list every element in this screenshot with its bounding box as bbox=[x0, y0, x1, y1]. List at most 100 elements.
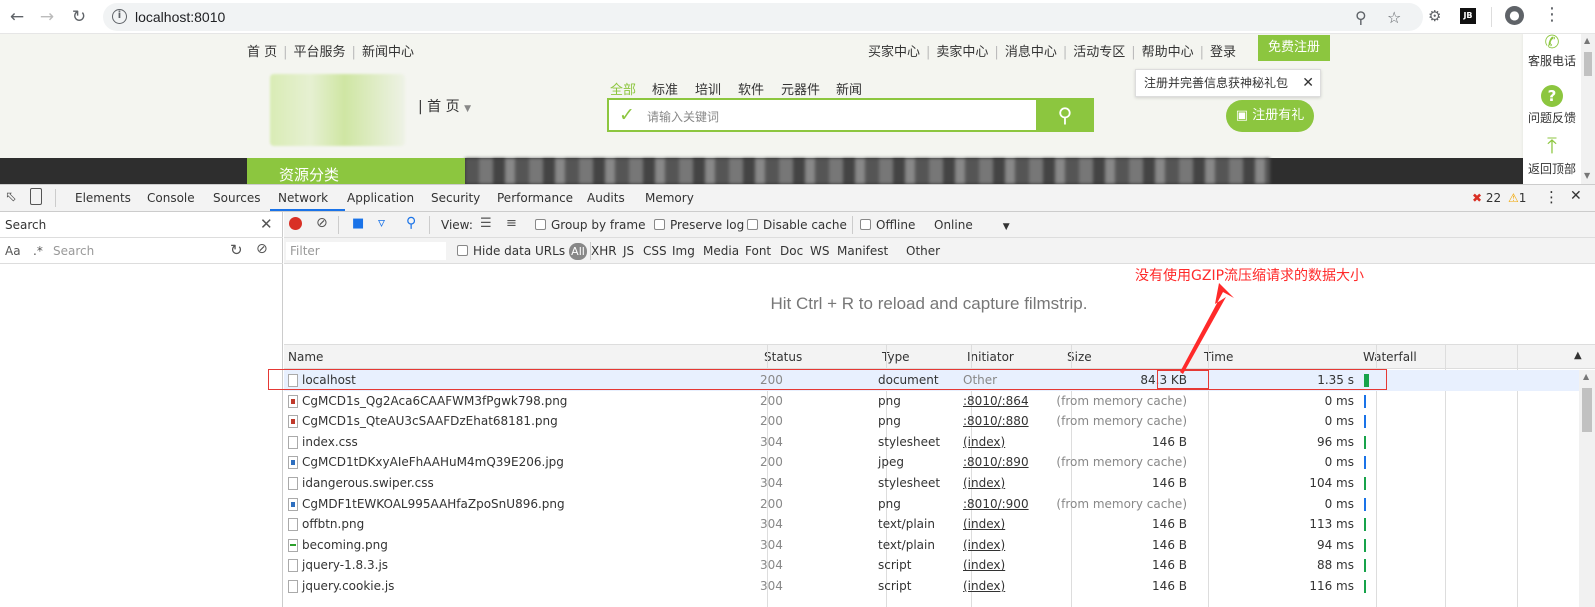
cell-name[interactable]: CgMDF1tEWKOAL995AAHfaZpoSnU896.png bbox=[302, 497, 565, 511]
nav-help-center[interactable]: 帮助中心 bbox=[1142, 45, 1194, 60]
devtools-close-icon[interactable]: ✕ bbox=[1570, 188, 1582, 204]
register-gift-button[interactable]: ▣ 注册有礼 bbox=[1226, 100, 1314, 132]
inspect-element-icon[interactable]: ⬁ bbox=[5, 189, 17, 205]
site-search-box[interactable]: ✓ 请输入关键词 ⚲ bbox=[607, 98, 1094, 132]
site-info-icon[interactable]: i bbox=[112, 9, 127, 24]
table-row[interactable]: CgMCD1s_Qg2Aca6CAAFWM3fPgwk798.png 200 png… bbox=[284, 391, 1579, 412]
capture-screenshots-icon[interactable]: ■ bbox=[352, 216, 364, 231]
tab-sources[interactable]: Sources bbox=[213, 191, 260, 205]
tab-performance[interactable]: Performance bbox=[497, 191, 573, 205]
address-bar[interactable]: i localhost:8010 ⚲ ☆ bbox=[103, 3, 1423, 31]
preserve-log-checkbox[interactable]: Preserve log bbox=[654, 218, 744, 232]
table-row[interactable]: jquery.cookie.js 304 script (index) 146 B 116… bbox=[284, 576, 1579, 597]
filter-type-manifest[interactable]: Manifest bbox=[837, 244, 888, 258]
free-register-button[interactable]: 免费注册 bbox=[1258, 35, 1330, 61]
cell-initiator[interactable]: (index) bbox=[963, 538, 1005, 552]
search-tab-all[interactable]: 全部 bbox=[610, 79, 636, 98]
cell-name[interactable]: CgMCD1s_Qg2Aca6CAAFWM3fPgwk798.png bbox=[302, 394, 567, 408]
throttling-select[interactable]: Online ▼ bbox=[934, 218, 1010, 232]
search-tab-standard[interactable]: 标准 bbox=[652, 79, 678, 98]
filter-type-xhr[interactable]: XHR bbox=[591, 244, 617, 258]
reload-icon[interactable]: ↻ bbox=[68, 6, 90, 28]
site-logo[interactable] bbox=[270, 74, 405, 146]
scroll-up-icon[interactable]: ▲ bbox=[1584, 36, 1590, 45]
requests-scrollbar-thumb[interactable] bbox=[1582, 388, 1592, 432]
search-tab-software[interactable]: 软件 bbox=[738, 79, 764, 98]
cell-name[interactable]: jquery.cookie.js bbox=[302, 579, 394, 593]
cell-name[interactable]: CgMCD1tDKxyAIeFhAAHuM4mQ39E206.jpg bbox=[302, 455, 564, 469]
table-row[interactable]: CgMDF1tEWKOAL995AAHfaZpoSnU896.png 200 png… bbox=[284, 494, 1579, 515]
filter-input[interactable]: Filter bbox=[286, 242, 446, 260]
nav-activity-zone[interactable]: 活动专区 bbox=[1073, 45, 1125, 60]
chrome-menu-icon[interactable]: ⋮ bbox=[1543, 4, 1561, 25]
match-case-toggle[interactable]: Aa bbox=[5, 244, 21, 258]
tab-memory[interactable]: Memory bbox=[645, 191, 694, 205]
regex-toggle[interactable]: .* bbox=[33, 244, 43, 258]
table-row[interactable]: idangerous.swiper.css 304 stylesheet (index… bbox=[284, 473, 1579, 494]
nav-news-center[interactable]: 新闻中心 bbox=[362, 45, 414, 60]
table-row[interactable]: CgMCD1tDKxyAIeFhAAHuM4mQ39E206.jpg 200 jpe… bbox=[284, 452, 1579, 473]
filter-type-font[interactable]: Font bbox=[745, 244, 771, 258]
device-toolbar-icon[interactable] bbox=[30, 188, 42, 205]
back-icon[interactable]: ← bbox=[6, 6, 28, 28]
site-search-button[interactable]: ⚲ bbox=[1036, 98, 1094, 132]
cell-initiator[interactable]: :8010/:880 bbox=[963, 414, 1029, 428]
console-issue-counter[interactable]: ✖ 22 ⚠1 bbox=[1472, 191, 1526, 205]
table-row[interactable]: CgMCD1s_QteAU3cSAAFDzEhat68181.png 200 png… bbox=[284, 411, 1579, 432]
page-scrollbar-thumb[interactable] bbox=[1584, 52, 1592, 76]
forward-icon[interactable]: → bbox=[36, 6, 58, 28]
bookmark-star-icon[interactable]: ☆ bbox=[1387, 8, 1401, 27]
filter-type-other[interactable]: Other bbox=[906, 244, 940, 258]
cell-initiator[interactable]: (index) bbox=[963, 517, 1005, 531]
nav-login[interactable]: 登录 bbox=[1210, 45, 1236, 60]
column-waterfall[interactable]: Waterfall bbox=[1363, 350, 1417, 364]
sidebar-phone[interactable]: ✆ 客服电话 bbox=[1523, 34, 1581, 69]
page-scrollbar[interactable]: ▲ ▼ bbox=[1581, 34, 1595, 184]
nav-message-center[interactable]: 消息中心 bbox=[1005, 45, 1057, 60]
close-search-icon[interactable]: ✕ bbox=[260, 215, 273, 233]
resource-category-menu[interactable]: 资源分类 bbox=[247, 158, 465, 184]
cell-name[interactable]: CgMCD1s_QteAU3cSAAFDzEhat68181.png bbox=[302, 414, 558, 428]
nav-home[interactable]: 首 页 bbox=[247, 45, 277, 60]
cell-initiator[interactable]: :8010/:900 bbox=[963, 497, 1029, 511]
cell-initiator[interactable]: (index) bbox=[963, 435, 1005, 449]
filter-type-ws[interactable]: WS bbox=[810, 244, 829, 258]
search-icon[interactable]: ⚲ bbox=[406, 215, 416, 231]
filter-type-doc[interactable]: Doc bbox=[780, 244, 803, 258]
filter-type-all[interactable]: All bbox=[569, 243, 587, 260]
zoom-icon[interactable]: ⚲ bbox=[1355, 8, 1367, 27]
cell-name[interactable]: offbtn.png bbox=[302, 517, 364, 531]
tab-console[interactable]: Console bbox=[147, 191, 195, 205]
extension-gear-icon[interactable]: ⚙ bbox=[1428, 7, 1441, 25]
home-dropdown[interactable]: | 首 页 ▼ bbox=[418, 96, 471, 116]
cell-name[interactable]: jquery-1.8.3.js bbox=[302, 558, 388, 572]
table-row[interactable]: jquery-1.8.3.js 304 script (index) 146 B 88 m… bbox=[284, 555, 1579, 576]
search-tab-components[interactable]: 元器件 bbox=[781, 79, 820, 98]
clear-search-icon[interactable]: ⊘ bbox=[256, 241, 268, 257]
site-search-input[interactable]: 请输入关键词 bbox=[647, 108, 719, 125]
cell-name[interactable]: idangerous.swiper.css bbox=[302, 476, 434, 490]
search-drawer-input[interactable]: Search bbox=[50, 242, 222, 260]
disable-cache-checkbox[interactable]: Disable cache bbox=[747, 218, 847, 232]
refresh-search-icon[interactable]: ↻ bbox=[230, 241, 243, 259]
overview-icon[interactable]: ≡ bbox=[506, 216, 517, 231]
tab-audits[interactable]: Audits bbox=[587, 191, 625, 205]
column-status[interactable]: Status bbox=[764, 350, 802, 364]
table-row[interactable]: index.css 304 stylesheet (index) 146 B 96 ms bbox=[284, 432, 1579, 453]
search-tab-news[interactable]: 新闻 bbox=[836, 79, 862, 98]
table-row[interactable]: becoming.png 304 text/plain (index) 146 B 94 … bbox=[284, 535, 1579, 556]
jb-extension-icon[interactable]: JB bbox=[1460, 8, 1476, 24]
cell-initiator[interactable]: :8010/:890 bbox=[963, 455, 1029, 469]
devtools-menu-icon[interactable]: ⋮ bbox=[1544, 188, 1559, 206]
search-tab-training[interactable]: 培训 bbox=[695, 79, 721, 98]
filter-type-js[interactable]: JS bbox=[623, 244, 634, 258]
sort-up-icon[interactable]: ▲ bbox=[1574, 350, 1582, 361]
sidebar-feedback[interactable]: ? 问题反馈 bbox=[1523, 85, 1581, 126]
filter-icon[interactable]: ▿ bbox=[378, 215, 385, 231]
nav-seller-center[interactable]: 卖家中心 bbox=[936, 45, 988, 60]
cell-initiator[interactable]: (index) bbox=[963, 579, 1005, 593]
nav-platform-services[interactable]: 平台服务 bbox=[294, 45, 346, 60]
tab-network[interactable]: Network bbox=[278, 191, 328, 205]
filter-type-img[interactable]: Img bbox=[672, 244, 695, 258]
sidebar-back-to-top[interactable]: ⤒ 返回顶部 bbox=[1523, 136, 1581, 177]
